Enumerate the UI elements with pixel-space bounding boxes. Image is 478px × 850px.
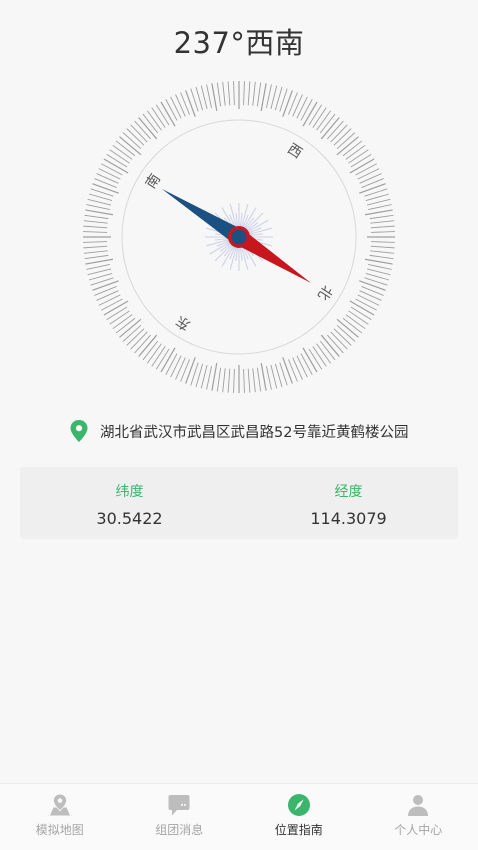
tab-personal-center[interactable]: 个人中心 (359, 784, 478, 850)
tab-label: 组团消息 (155, 823, 204, 837)
map-icon (49, 794, 70, 816)
needle-hub-inner (231, 229, 247, 245)
direction-label-west: 西 (284, 141, 304, 162)
heading-readout: 237°西南 (173, 26, 305, 60)
latitude-block: 纬度 30.5422 (20, 467, 239, 539)
latitude-label: 纬度 (115, 484, 144, 500)
svg-text:西: 西 (284, 141, 304, 162)
longitude-block: 经度 114.3079 (239, 467, 458, 539)
map-pin-icon (70, 420, 88, 442)
address-text: 湖北省武汉市武昌区武昌路52号靠近黄鹤楼公园 (100, 424, 409, 441)
bottom-tab-bar: 模拟地图 组团消息 位置指南 个人中心 (0, 783, 478, 850)
location-row: 湖北省武汉市武昌区武昌路52号靠近黄鹤楼公园 (70, 420, 408, 442)
tab-location-guide[interactable]: 位置指南 (239, 784, 359, 850)
compass-dial: 南 西 北 东 (82, 80, 396, 394)
direction-label-east: 东 (173, 312, 193, 333)
chat-icon (168, 795, 190, 816)
tab-label: 模拟地图 (35, 823, 84, 837)
svg-text:南: 南 (143, 171, 164, 191)
latitude-value: 30.5422 (96, 509, 163, 528)
compass-page: 237°西南 南 西 北 东 湖北省武汉市武昌区武昌路52号靠近黄鹤楼公园 纬度… (0, 0, 478, 850)
tab-simulated-map[interactable]: 模拟地图 (0, 784, 120, 850)
tab-label: 位置指南 (274, 823, 323, 837)
tab-label: 个人中心 (394, 823, 443, 837)
coordinates-panel: 纬度 30.5422 经度 114.3079 (20, 467, 458, 539)
tab-group-messages[interactable]: 组团消息 (120, 784, 240, 850)
svg-text:北: 北 (314, 282, 335, 302)
svg-text:东: 东 (173, 312, 193, 333)
compass-icon (287, 794, 310, 816)
longitude-value: 114.3079 (310, 509, 387, 528)
longitude-label: 经度 (334, 484, 363, 500)
direction-label-north: 北 (314, 282, 335, 302)
compass-graphic: 南 西 北 东 (83, 81, 395, 393)
person-icon (408, 795, 429, 816)
direction-label-south: 南 (143, 171, 164, 191)
